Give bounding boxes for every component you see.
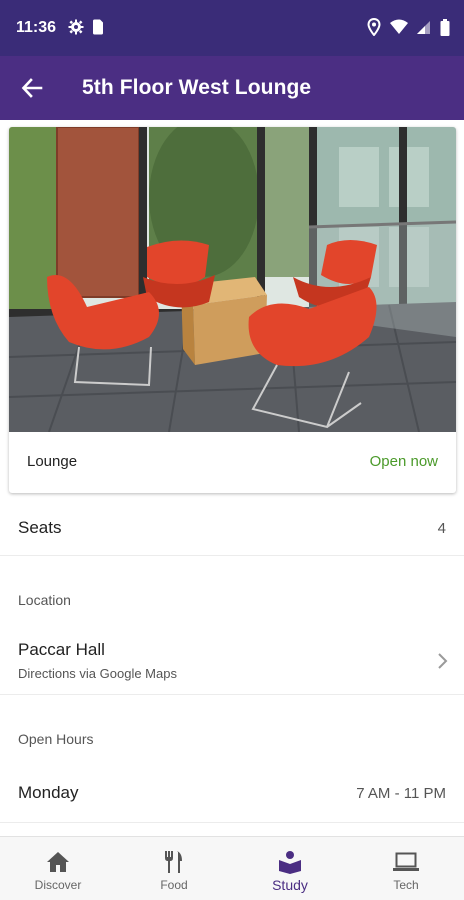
sim-card-icon xyxy=(92,19,104,40)
nav-item-tech[interactable]: Tech xyxy=(348,837,464,900)
home-icon xyxy=(45,849,71,875)
nav-label: Food xyxy=(160,878,188,892)
wifi-icon xyxy=(390,19,408,40)
seats-label: Seats xyxy=(18,518,62,537)
directions-link-text: Directions via Google Maps xyxy=(18,666,177,681)
page-title: 5th Floor West Lounge xyxy=(82,76,312,99)
app-bar: 5th Floor West Lounge xyxy=(0,56,464,120)
hours-time: 7 AM - 11 PM xyxy=(356,785,446,802)
location-name: Paccar Hall xyxy=(18,640,105,659)
settings-gear-icon xyxy=(68,19,84,40)
laptop-icon xyxy=(393,849,419,875)
nav-label: Discover xyxy=(34,878,82,892)
divider xyxy=(0,822,464,823)
status-bar: 11:36 xyxy=(0,0,464,56)
nav-item-discover[interactable]: Discover xyxy=(0,837,116,900)
arrow-back-icon xyxy=(21,78,43,98)
location-pin-icon xyxy=(367,17,381,41)
divider xyxy=(0,694,464,695)
nav-label: Tech xyxy=(393,878,419,892)
bottom-navigation: Discover Food Study Tech xyxy=(0,836,464,900)
location-section-label: Location xyxy=(18,592,71,608)
chevron-right-icon[interactable] xyxy=(432,650,452,672)
nav-item-study[interactable]: Study xyxy=(232,837,348,900)
status-time: 11:36 xyxy=(16,19,57,36)
hours-day: Monday xyxy=(18,783,79,802)
space-type-label: Lounge xyxy=(27,453,78,470)
divider xyxy=(0,555,464,556)
book-reader-icon xyxy=(277,849,303,875)
battery-icon xyxy=(440,18,450,41)
seats-value: 4 xyxy=(437,520,446,537)
location-row[interactable] xyxy=(0,626,464,694)
open-status-label: Open now xyxy=(369,453,438,470)
hours-section-label: Open Hours xyxy=(18,731,94,747)
utensils-icon xyxy=(161,849,187,875)
back-button[interactable] xyxy=(18,74,46,102)
space-card: Lounge Open now xyxy=(9,127,456,493)
nav-item-food[interactable]: Food xyxy=(116,837,232,900)
lounge-photo xyxy=(9,127,456,432)
signal-icon xyxy=(417,19,431,40)
nav-label: Study xyxy=(272,877,308,893)
